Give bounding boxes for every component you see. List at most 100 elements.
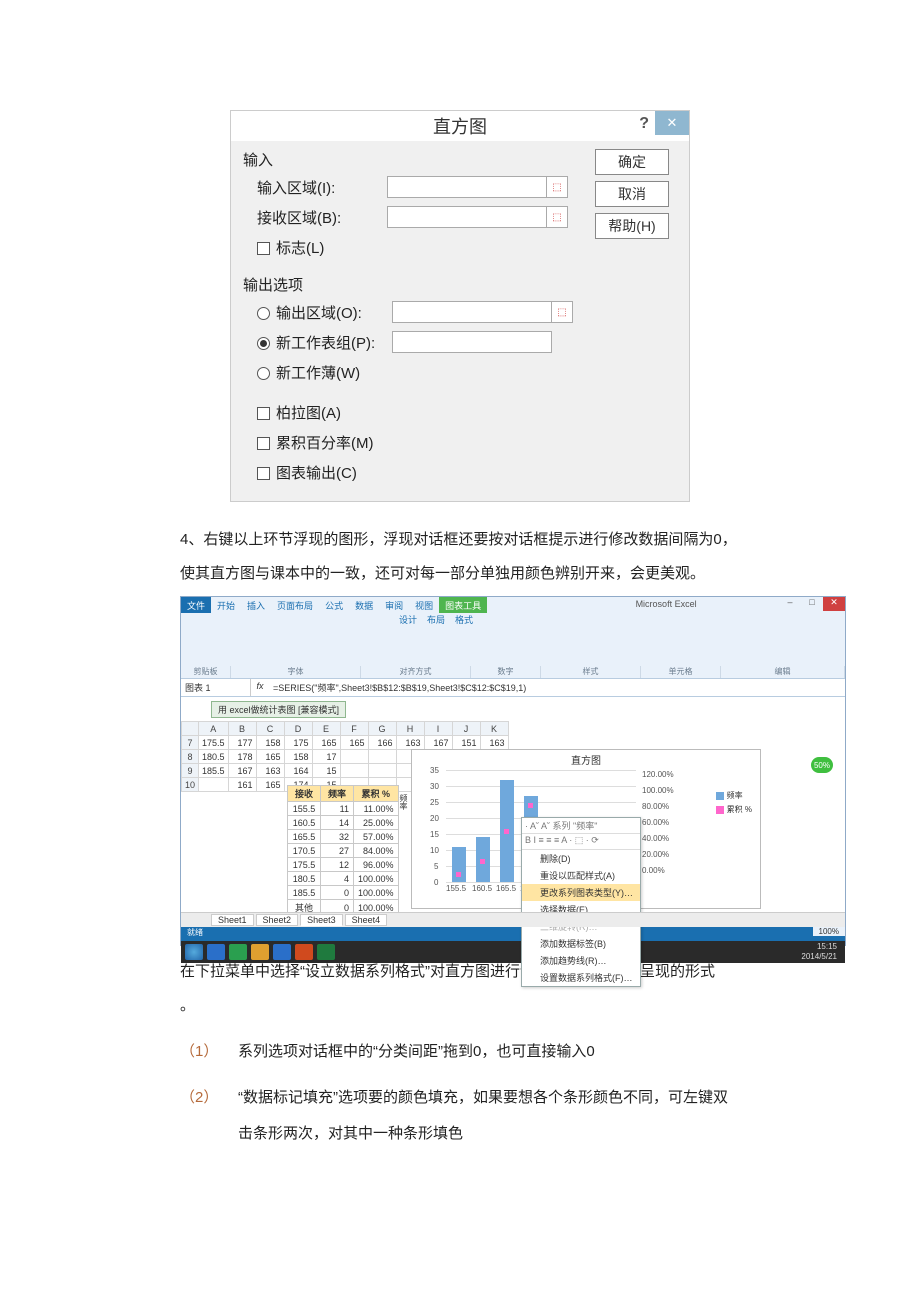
ie-icon-2[interactable]	[229, 944, 247, 960]
excel-icon[interactable]	[317, 944, 335, 960]
sheet-tabs: Sheet1 Sheet2 Sheet3 Sheet4	[181, 912, 845, 927]
cumulative-checkbox[interactable]	[257, 437, 270, 450]
window-close-icon[interactable]: ✕	[823, 597, 845, 611]
sheet-area: 用 excel做统计表图 [兼容模式] ABC DEF GHI JK 7 175…	[181, 697, 845, 927]
window-min-icon[interactable]: –	[779, 597, 801, 611]
sheet-tab[interactable]: Sheet1	[211, 914, 254, 926]
menu-format-data-series[interactable]: 设置数据系列格式(F)…	[522, 969, 640, 986]
list-text-2: “数据标记填充”选项要的颜色填充，如果要想各个条形颜色不同，可左键双	[238, 1082, 728, 1114]
output-range-radio[interactable]	[257, 307, 270, 320]
window-max-icon[interactable]: □	[801, 597, 823, 611]
flag-checkbox[interactable]	[257, 242, 270, 255]
formula-bar: 图表 1 fx =SERIES("频率",Sheet3!$B$12:$B$19,…	[181, 679, 845, 697]
status-ready: 就绪	[181, 928, 203, 937]
chart-output-label: 图表输出(C)	[276, 462, 357, 483]
menu-add-data-labels[interactable]: 添加数据标签(B)	[522, 935, 640, 952]
powerpoint-icon[interactable]	[295, 944, 313, 960]
tab-design[interactable]: 设计	[399, 613, 417, 627]
list-item-2: （2） “数据标记填充”选项要的颜色填充，如果要想各个条形颜色不同，可左键双	[180, 1082, 740, 1114]
new-workbook-label: 新工作薄(W)	[276, 362, 360, 383]
group-clipboard: 剪贴板	[181, 666, 231, 678]
taskbar: 15:152014/5/21	[181, 941, 845, 963]
chart-marker[interactable]	[480, 859, 485, 864]
ie-icon-3[interactable]	[273, 944, 291, 960]
ie-icon[interactable]	[207, 944, 225, 960]
list-num-2: （2）	[180, 1082, 238, 1114]
new-worksheet-field[interactable]	[392, 331, 552, 353]
list-num-1: （1）	[180, 1036, 238, 1068]
input-range-picker-icon[interactable]: ⬚	[546, 176, 568, 198]
output-range-label: 输出区域(O):	[276, 302, 392, 323]
input-section-label: 输入	[243, 149, 579, 170]
new-worksheet-radio[interactable]	[257, 337, 270, 350]
tab-home[interactable]: 开始	[211, 597, 241, 613]
tab-format[interactable]: 格式	[455, 613, 473, 627]
tab-file[interactable]: 文件	[181, 597, 211, 613]
tab-formula[interactable]: 公式	[319, 597, 349, 613]
excel-screenshot: – □ ✕ 文件 开始 插入 页面布局 公式 数据 审阅 视图 图表工具 Mic…	[180, 596, 846, 946]
list-item-2b: 击条形两次，对其中一种条形填色	[180, 1118, 740, 1150]
tab-chart-tools: 图表工具	[439, 597, 487, 613]
menu-change-chart-type[interactable]: 更改系列图表类型(Y)…	[522, 884, 640, 901]
tab-view[interactable]: 视图	[409, 597, 439, 613]
output-range-picker-icon[interactable]: ⬚	[551, 301, 573, 323]
menu-reset-style[interactable]: 重设以匹配样式(A)	[522, 867, 640, 884]
group-cells: 单元格	[641, 666, 721, 678]
pareto-checkbox[interactable]	[257, 407, 270, 420]
taskbar-clock[interactable]: 15:152014/5/21	[801, 942, 841, 962]
sheet-tab[interactable]: Sheet4	[345, 914, 388, 926]
green-badge[interactable]: 50%	[811, 757, 833, 773]
cumulative-label: 累积百分率(M)	[276, 432, 374, 453]
cancel-button[interactable]: 取消	[595, 181, 669, 207]
output-section-label: 输出选项	[243, 274, 579, 295]
dialog-titlebar: 直方图 ? ✕	[231, 111, 689, 141]
histogram-dialog: 直方图 ? ✕ 输入 输入区域(I): ⬚ 接收区域(B): ⬚ 标志(L) 输…	[230, 110, 690, 502]
list-text-2b: 击条形两次，对其中一种条形填色	[238, 1118, 463, 1150]
fx-icon[interactable]: fx	[251, 679, 269, 696]
formula-value[interactable]: =SERIES("频率",Sheet3!$B$12:$B$19,Sheet3!$…	[269, 679, 845, 696]
new-worksheet-label: 新工作表组(P):	[276, 332, 392, 353]
list-text-1: 系列选项对话框中的“分类间距”拖到0，也可直接输入0	[238, 1036, 595, 1068]
explorer-icon[interactable]	[251, 944, 269, 960]
sheet-tab[interactable]: Sheet3	[300, 914, 343, 926]
mini-toolbar[interactable]: B I ≡ ≡ ≡ A · ⬚ · ⟳	[522, 834, 640, 850]
flag-label: 标志(L)	[276, 237, 324, 258]
new-workbook-radio[interactable]	[257, 367, 270, 380]
tab-layout[interactable]: 页面布局	[271, 597, 319, 613]
group-styles: 样式	[541, 666, 641, 678]
frequency-table[interactable]: 接收频率累积 % 155.51111.00% 160.51425.00% 165…	[287, 785, 399, 916]
list-item-1: （1） 系列选项对话框中的“分类间距”拖到0，也可直接输入0	[180, 1036, 740, 1068]
chart-marker[interactable]	[504, 829, 509, 834]
receive-range-picker-icon[interactable]: ⬚	[546, 206, 568, 228]
ribbon-tabs: 文件 开始 插入 页面布局 公式 数据 审阅 视图 图表工具 Microsoft…	[181, 597, 845, 613]
group-edit: 编辑	[721, 666, 845, 678]
tab-insert[interactable]: 插入	[241, 597, 271, 613]
dialog-close-icon[interactable]: ✕	[655, 111, 689, 135]
receive-range-field[interactable]	[387, 206, 547, 228]
sheet-tab[interactable]: Sheet2	[256, 914, 299, 926]
chart-output-checkbox[interactable]	[257, 467, 270, 480]
group-font: 字体	[231, 666, 361, 678]
start-icon[interactable]	[185, 944, 203, 960]
paragraph-4b: 使其直方图与课本中的一致，还可对每一部分单独用颜色辨别开来，会更美观。	[180, 558, 740, 590]
menu-add-trendline[interactable]: 添加趋势线(R)…	[522, 952, 640, 969]
input-range-label: 输入区域(I):	[257, 177, 387, 198]
zoom-level[interactable]: 100%	[813, 927, 845, 936]
tab-data[interactable]: 数据	[349, 597, 379, 613]
chart-marker[interactable]	[528, 803, 533, 808]
input-range-field[interactable]	[387, 176, 547, 198]
menu-delete[interactable]: 删除(D)	[522, 850, 640, 867]
tab-review[interactable]: 审阅	[379, 597, 409, 613]
tab-chartlayout[interactable]: 布局	[427, 613, 445, 627]
chart-title: 直方图	[412, 750, 760, 769]
ok-button[interactable]: 确定	[595, 149, 669, 175]
dialog-title: 直方图	[231, 113, 689, 139]
pareto-label: 柏拉图(A)	[276, 402, 341, 423]
help-button[interactable]: 帮助(H)	[595, 213, 669, 239]
dialog-help-icon[interactable]: ?	[639, 115, 649, 133]
chart-marker[interactable]	[456, 872, 461, 877]
output-range-field[interactable]	[392, 301, 552, 323]
excel-status-bar: 就绪 100%	[181, 927, 845, 941]
receive-range-label: 接收区域(B):	[257, 207, 387, 228]
name-box[interactable]: 图表 1	[181, 679, 251, 696]
